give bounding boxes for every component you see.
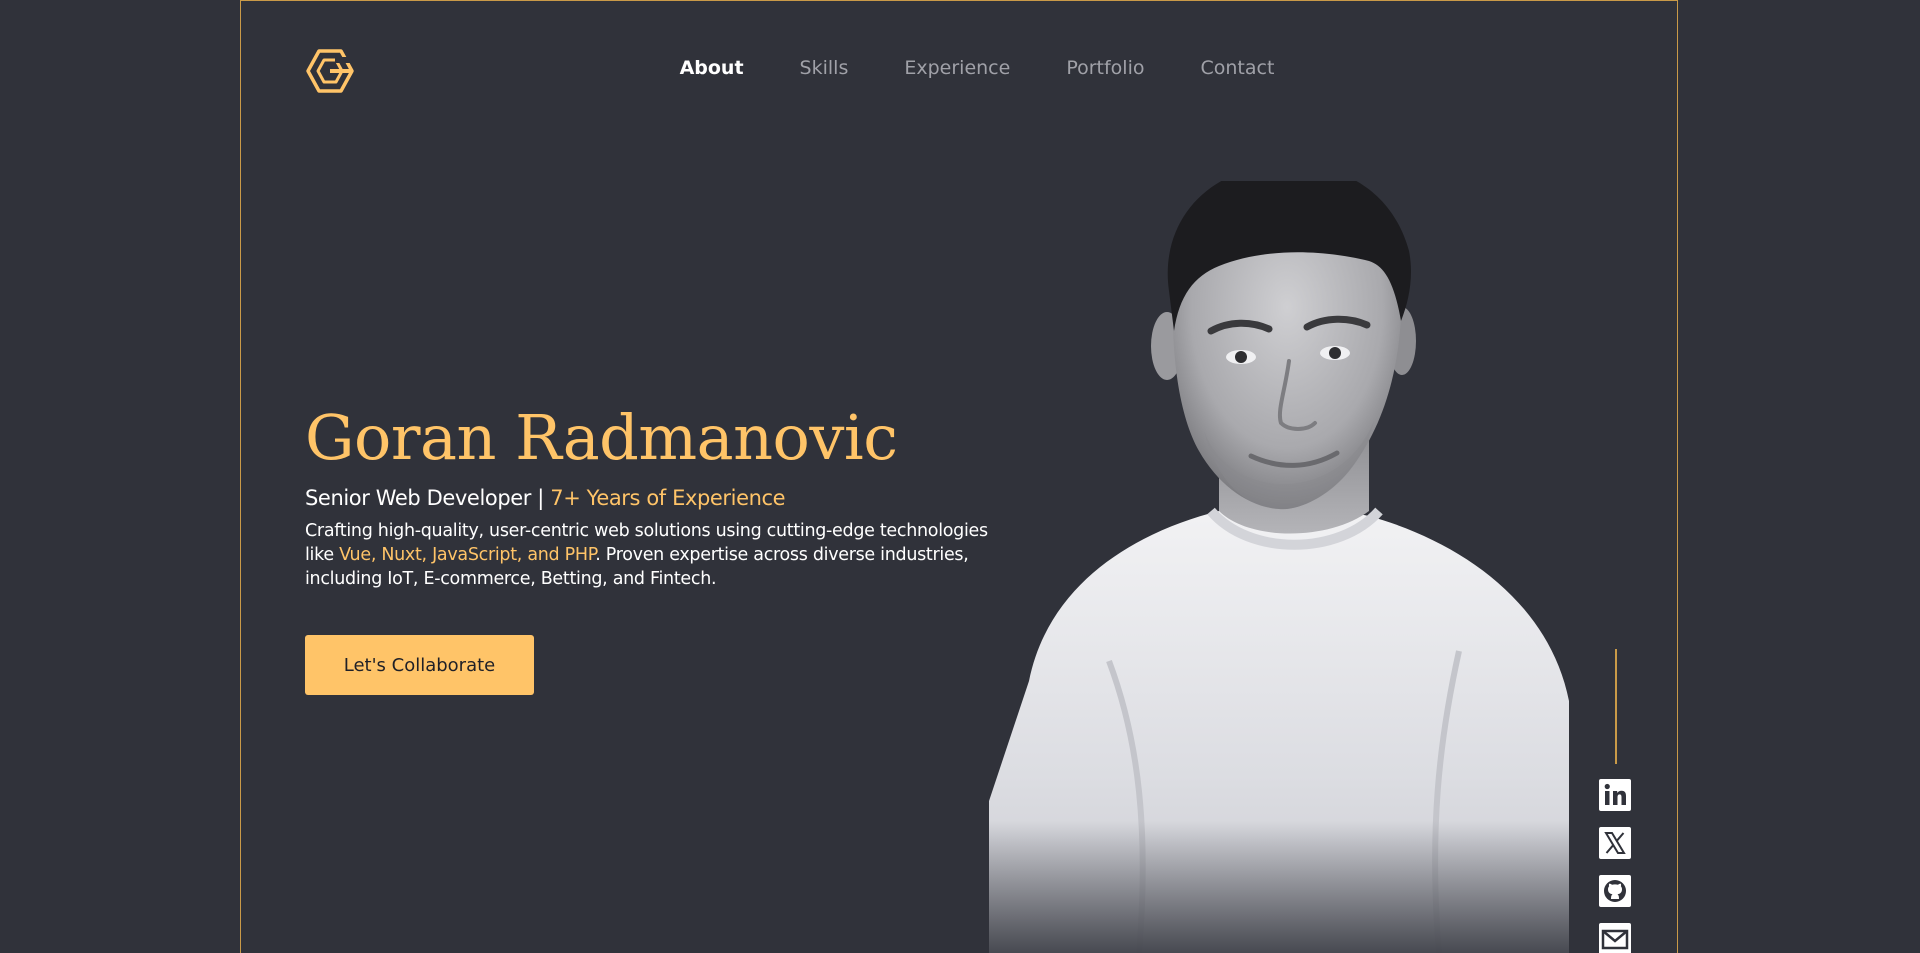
x-twitter-icon[interactable] (1599, 827, 1631, 859)
subtitle-role: Senior Web Developer | (305, 486, 551, 510)
portrait-image (989, 164, 1569, 953)
hero-subtitle: Senior Web Developer | 7+ Years of Exper… (305, 486, 786, 510)
email-icon[interactable] (1599, 923, 1631, 953)
desc-tech: Vue, Nuxt, JavaScript, and PHP (339, 545, 596, 565)
lets-collaborate-button[interactable]: Let's Collaborate (305, 635, 534, 695)
github-icon[interactable] (1599, 875, 1631, 907)
main-nav: About Skills Experience Portfolio Contac… (241, 57, 1677, 79)
page-frame: About Skills Experience Portfolio Contac… (240, 0, 1678, 953)
linkedin-icon[interactable] (1599, 779, 1631, 811)
nav-item-about[interactable]: About (680, 57, 744, 79)
nav-item-experience[interactable]: Experience (904, 57, 1010, 79)
hero-description: Crafting high-quality, user-centric web … (305, 519, 1005, 591)
nav-item-skills[interactable]: Skills (800, 57, 849, 79)
subtitle-years: 7+ Years of Experience (550, 486, 786, 510)
hero-name: Goran Radmanovic (305, 401, 898, 474)
social-divider-line (1615, 649, 1617, 764)
nav-item-contact[interactable]: Contact (1201, 57, 1275, 79)
nav-item-portfolio[interactable]: Portfolio (1066, 57, 1144, 79)
